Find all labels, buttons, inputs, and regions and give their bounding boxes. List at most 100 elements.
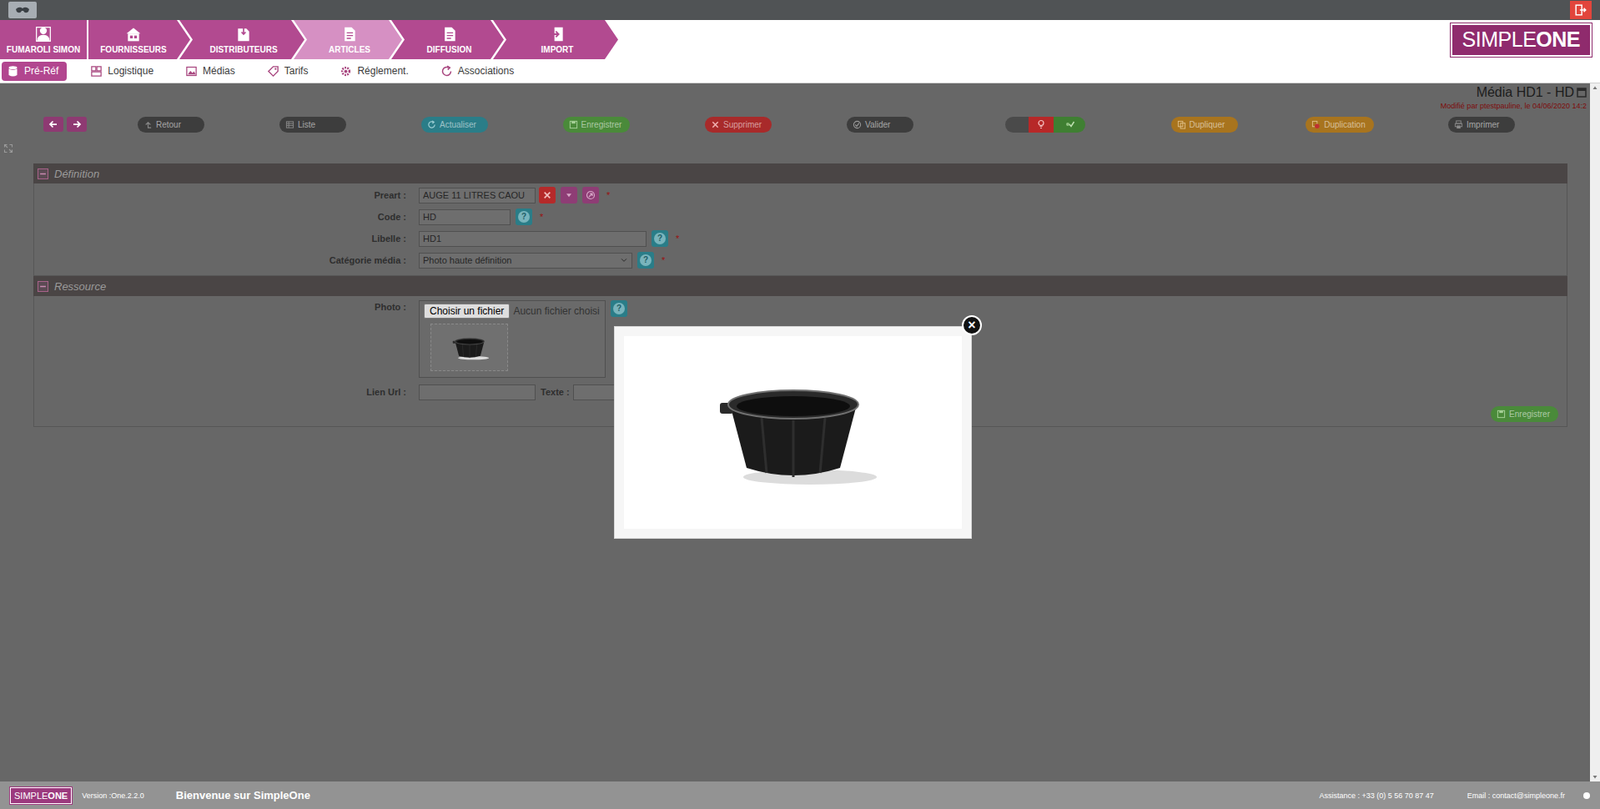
sub-nav-item[interactable]: Logistique — [85, 61, 162, 81]
help-button[interactable]: ? — [637, 251, 655, 269]
toolbar-button-label: Retour — [155, 120, 182, 130]
save-button[interactable]: Enregistrer — [1490, 406, 1559, 423]
assistance-text: Assistance : +33 (0) 5 56 70 87 47 — [1318, 791, 1434, 800]
logo-bold: ONE — [1535, 27, 1580, 52]
help-button[interactable]: ? — [515, 208, 533, 226]
nav-tab-label: ARTICLES — [328, 45, 371, 55]
modified-info: Modifié par ptestpauline, le 04/06/2020 … — [0, 101, 1587, 111]
category-select[interactable]: Photo haute définition — [418, 252, 633, 269]
print-button[interactable]: Imprimer — [1448, 116, 1515, 133]
toolbar-button-label: Imprimer — [1466, 120, 1500, 130]
required-mark: * — [606, 190, 610, 201]
sub-nav-item[interactable]: Réglement. — [334, 61, 417, 81]
footer-logo-bold: ONE — [47, 790, 68, 801]
toolbar-button-label: Enregistrer — [581, 120, 623, 130]
sub-nav-label: Logistique — [107, 65, 154, 77]
field-label: Texte : — [535, 387, 574, 398]
sub-nav-item[interactable]: Pré-Réf — [1, 61, 67, 81]
nav-tab[interactable]: FOURNISSEURS — [88, 20, 191, 60]
toolbar-button-label: Actualiser — [439, 120, 477, 130]
logout-icon — [1574, 4, 1587, 16]
user-icon — [34, 25, 53, 43]
nav-tab[interactable]: IMPORT — [493, 20, 619, 60]
list-button[interactable]: Liste — [279, 116, 347, 133]
help-button[interactable]: ? — [610, 300, 628, 317]
page-title: Média HD1 - HD — [1476, 85, 1587, 101]
nav-tab[interactable]: DISTRIBUTEURS — [179, 20, 305, 60]
preart-field[interactable] — [418, 187, 536, 204]
file-status: Aucun fichier choisi — [513, 305, 599, 317]
toolbar-button-label: Dupliquer — [1189, 120, 1226, 130]
help-mark: ? — [518, 211, 530, 223]
toolbar-button-label: Duplication — [1323, 120, 1365, 130]
form-row: Libelle :?* — [34, 227, 1567, 250]
collapse-toggle[interactable] — [37, 168, 49, 180]
required-mark: * — [661, 255, 665, 266]
close-button[interactable]: × — [961, 315, 982, 336]
scrollbar[interactable] — [1589, 83, 1600, 782]
email-text: Email : contact@simpleone.fr — [1467, 791, 1565, 800]
toolbar-slot: Imprimer — [1410, 116, 1553, 133]
sub-nav-item[interactable]: Médias — [180, 61, 244, 81]
toolbar: Retour Liste Actualiser Enregistrer Supprime… — [0, 115, 1590, 134]
back-button[interactable]: Retour — [137, 116, 205, 133]
choose-file-button[interactable]: Choisir un fichier — [423, 303, 510, 319]
save-button[interactable]: Enregistrer — [563, 116, 631, 133]
list-icon — [285, 120, 295, 130]
help-button[interactable]: ? — [651, 230, 669, 247]
delete-icon — [710, 120, 720, 130]
field-label: Lien Url : — [34, 387, 419, 398]
page-title-text: Média HD1 - HD — [1476, 85, 1575, 101]
bulb-icon — [1036, 119, 1047, 130]
image-icon — [185, 65, 198, 78]
logout-button[interactable] — [1569, 0, 1592, 20]
toolbar-slot: Valider — [809, 116, 951, 133]
sub-nav-label: Associations — [457, 65, 514, 77]
open-icon — [585, 190, 596, 201]
version-text: Version :One.2.2.0 — [81, 791, 145, 800]
status-slot — [950, 116, 1140, 133]
print-icon — [1454, 120, 1464, 130]
store-icon — [124, 25, 143, 43]
sub-nav-item[interactable]: Tarifs — [261, 61, 317, 81]
scroll-up-icon — [1591, 85, 1599, 91]
duplicate-button[interactable]: Duplication — [1305, 116, 1374, 133]
field-label: Photo : — [34, 300, 419, 312]
collapse-toggle[interactable] — [37, 281, 49, 292]
dropdown-button[interactable] — [560, 186, 578, 204]
box-icon — [234, 25, 253, 43]
photo-thumbnail[interactable] — [430, 323, 509, 372]
nav-tab[interactable]: DIFFUSION — [391, 20, 504, 60]
sub-nav-item[interactable]: Associations — [435, 61, 523, 81]
window-icon — [1576, 87, 1587, 98]
footer-logo: SIMPLEONE — [10, 787, 72, 805]
validate-button[interactable]: Valider — [846, 116, 914, 133]
next-button[interactable] — [66, 116, 87, 132]
text-field[interactable] — [418, 231, 647, 247]
nav-tab-label: FUMAROLI SIMON — [6, 45, 81, 55]
toolbar-slot: Duplication — [1268, 116, 1411, 133]
nav-tab[interactable]: ARTICLES — [293, 20, 403, 60]
status-neutral[interactable] — [1005, 116, 1029, 133]
open-button[interactable] — [582, 186, 599, 204]
chevron-down-icon — [619, 256, 629, 264]
nav-tab[interactable]: FUMAROLI SIMON — [0, 20, 87, 60]
sub-nav-label: Réglement. — [357, 65, 408, 77]
copy-button[interactable]: Dupliquer — [1171, 116, 1238, 133]
logo-light: SIMPLE — [1462, 27, 1537, 52]
status-green[interactable] — [1053, 116, 1086, 133]
footer: SIMPLEONEVersion :One.2.2.0Bienvenue sur… — [0, 781, 1600, 809]
file-input[interactable]: Choisir un fichierAucun fichier choisi — [423, 303, 601, 319]
section-header[interactable]: Ressource — [33, 276, 1568, 297]
previous-button[interactable] — [43, 116, 64, 132]
clear-button[interactable] — [538, 186, 556, 204]
url-field[interactable] — [418, 384, 536, 401]
save-icon — [1496, 409, 1506, 419]
text-field[interactable] — [418, 209, 511, 226]
section-header[interactable]: Définition — [33, 163, 1568, 184]
delete-button[interactable]: Supprimer — [704, 116, 772, 133]
status-red[interactable] — [1028, 116, 1054, 133]
refresh-button[interactable]: Actualiser — [421, 116, 489, 133]
incognito-button[interactable] — [8, 1, 37, 19]
save-label: Enregistrer — [1509, 409, 1550, 419]
